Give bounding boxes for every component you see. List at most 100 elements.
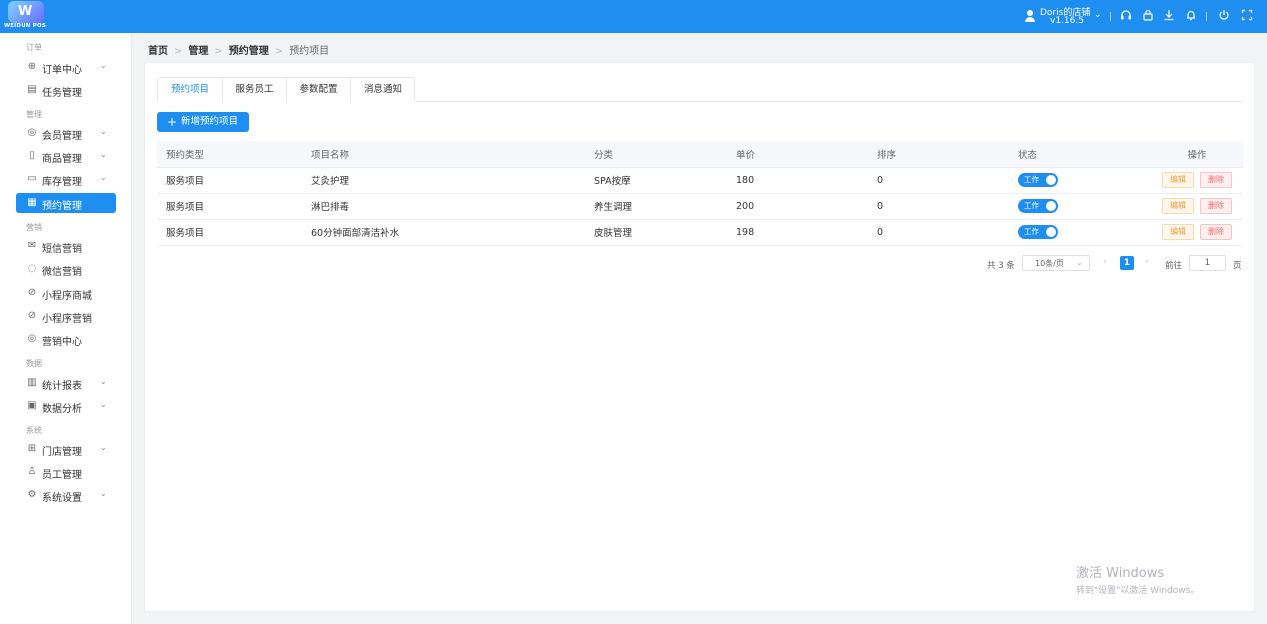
sidebar-item-sms[interactable]: ✉ 短信营销 bbox=[16, 236, 116, 256]
prev-page-button[interactable]: ‹ bbox=[1103, 257, 1107, 267]
sidebar-section-label: 系统 bbox=[26, 426, 42, 435]
sidebar-item-marketing-center[interactable]: ◎ 营销中心 bbox=[16, 329, 116, 349]
sidebar-item-member[interactable]: ◎ 会员管理 ⌄ bbox=[16, 123, 116, 143]
cell-actions: 编辑 删除 bbox=[1151, 193, 1243, 220]
toggle-knob bbox=[1046, 175, 1056, 185]
bell-icon[interactable] bbox=[1184, 9, 1198, 23]
chevron-down-icon: ⌄ bbox=[100, 377, 107, 386]
person-icon: ♙ bbox=[27, 466, 37, 477]
delete-button[interactable]: 删除 bbox=[1200, 198, 1232, 214]
member-icon: ◎ bbox=[27, 127, 37, 138]
sidebar-item-label: 订单中心 bbox=[42, 65, 82, 76]
gear-icon: ⚙ bbox=[27, 489, 37, 500]
miniapp-icon: ⊘ bbox=[27, 310, 37, 321]
status-toggle[interactable]: 工作 bbox=[1018, 225, 1058, 239]
sidebar-section-label: 订单 bbox=[26, 43, 42, 52]
sidebar-item-appointment[interactable]: ▦ 预约管理 bbox=[16, 193, 116, 213]
globe-icon: ⊕ bbox=[27, 61, 37, 72]
table-row: 服务项目 艾灸护理 SPA按摩 180 0 工作 编辑 删除 bbox=[157, 167, 1243, 194]
cell-category: SPA按摩 bbox=[585, 167, 727, 194]
column-header-type: 预约类型 bbox=[157, 141, 302, 168]
sidebar-item-settings[interactable]: ⚙ 系统设置 ⌄ bbox=[16, 485, 116, 505]
sidebar-item-label: 短信营销 bbox=[42, 244, 82, 255]
edit-button[interactable]: 编辑 bbox=[1162, 198, 1194, 214]
cell-type: 服务项目 bbox=[157, 193, 302, 220]
sidebar-section-label: 管理 bbox=[26, 110, 42, 119]
chevron-down-icon: ⌄ bbox=[1094, 10, 1102, 20]
sidebar-item-label: 员工管理 bbox=[42, 470, 82, 481]
cell-type: 服务项目 bbox=[157, 167, 302, 194]
sidebar-item-store[interactable]: ⊞ 门店管理 ⌄ bbox=[16, 439, 116, 459]
lock-icon[interactable] bbox=[1141, 9, 1155, 23]
edit-button[interactable]: 编辑 bbox=[1162, 172, 1194, 188]
cell-name: 60分钟面部清洁补水 bbox=[302, 219, 585, 246]
cell-category: 皮肤管理 bbox=[585, 219, 727, 246]
pagination-total: 共 3 条 bbox=[987, 261, 1015, 271]
sidebar-item-order-center[interactable]: ⊕ 订单中心 ⌄ bbox=[16, 57, 116, 77]
wechat-icon: ◌ bbox=[27, 263, 37, 274]
sidebar-item-inventory[interactable]: ▭ 库存管理 ⌄ bbox=[16, 169, 116, 189]
page-size-select[interactable]: 10条/页 ⌄ bbox=[1022, 255, 1090, 271]
tab-message-notice[interactable]: 消息通知 bbox=[351, 78, 415, 102]
goto-page-input[interactable]: 1 bbox=[1189, 255, 1226, 271]
edit-button[interactable]: 编辑 bbox=[1162, 224, 1194, 240]
sidebar-item-wechat[interactable]: ◌ 微信营销 bbox=[16, 259, 116, 279]
cell-price: 180 bbox=[727, 167, 868, 194]
headset-icon[interactable] bbox=[1119, 9, 1133, 23]
status-toggle-label: 工作 bbox=[1024, 201, 1039, 210]
tab-appointment-items[interactable]: 预约项目 bbox=[158, 78, 223, 102]
table-row: 服务项目 淋巴排毒 养生调理 200 0 工作 编辑 删除 bbox=[157, 193, 1243, 220]
main-card: 预约项目 服务员工 参数配置 消息通知 + 新增预约项目 预约类型 项目名称 分… bbox=[144, 62, 1255, 612]
delete-button[interactable]: 删除 bbox=[1200, 172, 1232, 188]
status-toggle-label: 工作 bbox=[1024, 175, 1039, 184]
cell-status: 工作 bbox=[1009, 219, 1151, 246]
column-header-category: 分类 bbox=[585, 141, 727, 168]
power-icon[interactable] bbox=[1217, 9, 1231, 23]
logo-mark: W bbox=[8, 1, 44, 23]
calendar-icon: ▦ bbox=[27, 197, 37, 208]
status-toggle[interactable]: 工作 bbox=[1018, 173, 1058, 187]
table-header-row: 预约类型 项目名称 分类 单价 排序 状态 操作 bbox=[157, 141, 1243, 168]
sidebar-item-staff[interactable]: ♙ 员工管理 bbox=[16, 462, 116, 482]
column-header-price: 单价 bbox=[727, 141, 868, 168]
cell-price: 198 bbox=[727, 219, 868, 246]
status-toggle[interactable]: 工作 bbox=[1018, 199, 1058, 213]
cell-type: 服务项目 bbox=[157, 219, 302, 246]
inventory-icon: ▭ bbox=[27, 173, 37, 184]
sidebar-item-label: 系统设置 bbox=[42, 493, 82, 504]
top-bar: W WEIDUN POS Doris的店铺 v1.16.5 ⌄ bbox=[0, 0, 1267, 33]
breadcrumb-home[interactable]: 首页 bbox=[148, 42, 168, 57]
cell-sort: 0 bbox=[868, 193, 1009, 220]
sidebar-item-miniapp-marketing[interactable]: ⊘ 小程序营销 bbox=[16, 306, 116, 326]
cell-sort: 0 bbox=[868, 167, 1009, 194]
add-appointment-button[interactable]: + 新增预约项目 bbox=[157, 112, 249, 132]
sidebar-item-task[interactable]: ▤ 任务管理 bbox=[16, 80, 116, 100]
tab-parameter-config[interactable]: 参数配置 bbox=[287, 78, 351, 102]
download-icon[interactable] bbox=[1162, 9, 1176, 23]
tab-bar: 预约项目 服务员工 参数配置 消息通知 bbox=[157, 77, 415, 102]
fullscreen-icon[interactable] bbox=[1240, 9, 1254, 23]
chevron-down-icon: ⌄ bbox=[100, 61, 107, 70]
breadcrumb-appointment[interactable]: 预约管理 bbox=[229, 42, 269, 57]
logo-text: WEIDUN POS bbox=[3, 23, 47, 29]
sidebar-item-analytics[interactable]: ▣ 数据分析 ⌄ bbox=[16, 396, 116, 416]
next-page-button[interactable]: › bbox=[1145, 257, 1149, 267]
cell-status: 工作 bbox=[1009, 193, 1151, 220]
chevron-down-icon: ⌄ bbox=[100, 443, 107, 452]
page-number-current[interactable]: 1 bbox=[1120, 256, 1134, 270]
tab-service-staff[interactable]: 服务员工 bbox=[223, 78, 287, 102]
breadcrumb-separator: > bbox=[174, 46, 183, 57]
sidebar-item-goods[interactable]: ▯ 商品管理 ⌄ bbox=[16, 146, 116, 166]
sidebar-item-reports[interactable]: ▥ 统计报表 ⌄ bbox=[16, 373, 116, 393]
add-appointment-label: 新增预约项目 bbox=[181, 116, 239, 127]
delete-button[interactable]: 删除 bbox=[1200, 224, 1232, 240]
sidebar-item-miniapp-mall[interactable]: ⊘ 小程序商城 bbox=[16, 283, 116, 303]
column-header-sort: 排序 bbox=[868, 141, 1009, 168]
table-row: 服务项目 60分钟面部清洁补水 皮肤管理 198 0 工作 编辑 删除 bbox=[157, 219, 1243, 246]
breadcrumb-manage[interactable]: 管理 bbox=[188, 42, 208, 57]
breadcrumb-separator: > bbox=[214, 46, 223, 57]
sidebar-item-label: 会员管理 bbox=[42, 131, 82, 142]
app-logo[interactable]: W WEIDUN POS bbox=[2, 0, 48, 33]
cell-sort: 0 bbox=[868, 219, 1009, 246]
cell-price: 200 bbox=[727, 193, 868, 220]
